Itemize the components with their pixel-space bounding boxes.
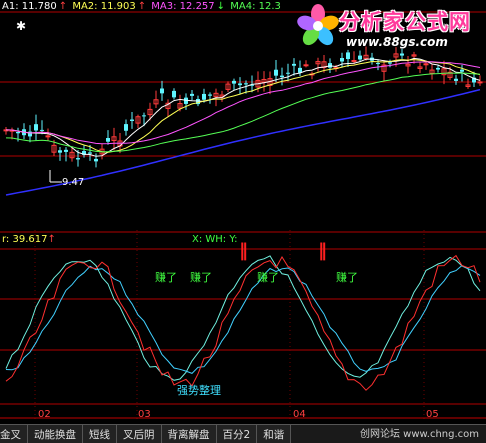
- ma2-label: MA2: 11.903: [72, 1, 136, 12]
- candle-body-down: [142, 115, 146, 117]
- candle-body-down: [190, 93, 194, 96]
- candle-body-down: [94, 158, 98, 162]
- indicator-value: r: 39.617: [2, 234, 48, 245]
- candle-body-down: [202, 93, 206, 100]
- ma1-line: [5, 57, 481, 157]
- flower-icon: [297, 4, 339, 46]
- date-label-04: 04: [293, 409, 306, 420]
- indicator-header-mid: X: WH: Y:: [192, 234, 238, 245]
- candle-body-down: [328, 63, 332, 68]
- candle-body-up: [423, 63, 429, 66]
- date-label-03: 03: [138, 409, 151, 420]
- candle-body-down: [280, 75, 284, 78]
- ma-legend: A1: 11.780 ↑ MA2: 11.903 ↑ MA3: 12.257 ↓ MA…: [2, 1, 283, 13]
- candle-body-down: [16, 132, 20, 134]
- candle-body-down: [376, 63, 380, 65]
- candle-body-down: [244, 83, 248, 85]
- signal-tag-1: 赚了: [155, 271, 177, 284]
- tab-short-line[interactable]: 短线: [83, 425, 117, 443]
- forum-watermark: 创网论坛 www.chng.com: [360, 429, 480, 440]
- tab-percent2[interactable]: 百分2: [216, 425, 258, 443]
- candle-body-down: [454, 78, 458, 81]
- candle-body-down: [286, 72, 290, 74]
- candle-body-up: [45, 135, 51, 138]
- candle-body-down: [124, 124, 128, 131]
- ma1-label: A1: 11.780: [2, 1, 57, 12]
- d-line: [5, 264, 481, 374]
- candle-body-down: [460, 69, 464, 72]
- logo-title: 分析家公式网: [339, 10, 471, 34]
- candle-body-up: [477, 81, 483, 84]
- candle-body-down: [64, 149, 68, 152]
- j-line: [5, 255, 481, 381]
- k-line: [5, 254, 481, 391]
- low-price-marker: 9.47: [62, 177, 84, 189]
- site-logo: 分析家公式网 www.88gs.com: [296, 0, 486, 54]
- candle-body-down: [172, 90, 176, 98]
- date-label-05: 05: [426, 409, 439, 420]
- candle-body-down: [34, 124, 38, 131]
- candle-body-down: [130, 119, 134, 122]
- candle-body-down: [340, 57, 344, 62]
- candle-body-down: [208, 94, 212, 96]
- stock-chart[interactable]: ✱: [0, 0, 486, 442]
- tab-harmony[interactable]: 和谐: [257, 425, 292, 443]
- candle-body-down: [436, 67, 440, 70]
- signal-tag-3: 赚了: [257, 271, 279, 284]
- candle-body-down: [274, 69, 278, 76]
- tab-divergence[interactable]: 背离解盘: [161, 425, 217, 443]
- candle-body-down: [76, 158, 80, 160]
- candle-body-down: [238, 83, 242, 86]
- signal-mark-2: ‖: [318, 240, 327, 261]
- candle-body-down: [88, 152, 92, 154]
- cross-marker-icon: ✱: [16, 19, 26, 33]
- candle-body-down: [388, 62, 392, 64]
- tab-momentum[interactable]: 动能换盘: [28, 425, 83, 443]
- candle-body-down: [160, 88, 164, 94]
- low-price-value: 9.47: [62, 177, 85, 188]
- signal-mark-1: ‖: [239, 240, 248, 261]
- candle-body-down: [292, 63, 296, 66]
- tab-cross-after[interactable]: 叉后阴: [117, 425, 162, 443]
- candle-body-down: [358, 55, 362, 60]
- tab-golden-cross[interactable]: 金叉: [0, 425, 28, 443]
- signal-tag-4: 赚了: [336, 271, 358, 284]
- candle-body-up: [303, 64, 309, 67]
- ma3-arrow: ↓: [216, 1, 226, 12]
- ma4-label: MA4: 12.3: [230, 1, 281, 12]
- ma3-label: MA3: 12.257: [151, 1, 215, 12]
- logo-url: www.88gs.com: [346, 35, 448, 49]
- candle-body-down: [232, 80, 236, 84]
- strong-consolidation-label: 强势整理: [177, 384, 221, 397]
- ma3-line: [5, 61, 481, 145]
- ma2-arrow: ↑: [137, 1, 147, 12]
- candle-body-up: [351, 59, 357, 62]
- candle-body-down: [58, 150, 62, 153]
- candle-body-down: [106, 138, 110, 142]
- date-label-02: 02: [38, 409, 51, 420]
- candle-body-down: [40, 129, 44, 131]
- indicator-header-left: r: 39.617↑: [2, 234, 56, 246]
- signal-tag-2: 赚了: [190, 271, 212, 284]
- ma1-arrow: ↑: [58, 1, 68, 12]
- indicator-arrow: ↑: [47, 234, 56, 245]
